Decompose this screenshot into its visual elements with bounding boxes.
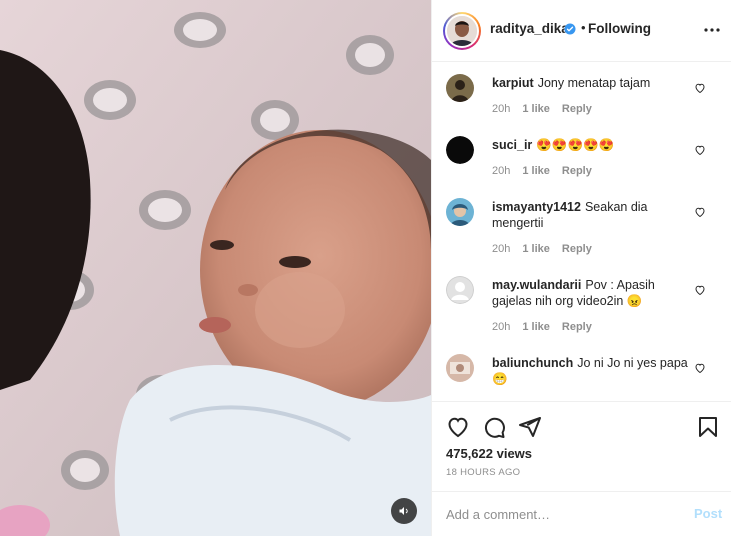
reply-button[interactable]: Reply (562, 243, 592, 255)
post-timestamp[interactable]: 18 HOURS AGO (446, 467, 520, 478)
reply-button[interactable]: Reply (562, 165, 592, 177)
more-options-icon[interactable] (700, 22, 724, 38)
commenter-avatar[interactable] (446, 354, 474, 382)
mute-button[interactable] (391, 498, 417, 524)
post-actions: 475,622 views 18 HOURS AGO (432, 401, 731, 491)
comment-likes[interactable]: 1 like (522, 243, 550, 255)
comment-like-heart-icon[interactable] (694, 362, 706, 374)
commenter-avatar[interactable] (446, 276, 474, 304)
post-header: raditya_dika • Following (432, 0, 731, 62)
post-comment-button[interactable]: Post (694, 506, 722, 521)
reply-button[interactable]: Reply (562, 103, 592, 115)
view-count[interactable]: 475,622 views (446, 446, 532, 461)
comment-username[interactable]: karpiut (492, 76, 534, 90)
commenter-avatar[interactable] (446, 74, 474, 102)
post-media[interactable] (0, 0, 431, 536)
comment-icon[interactable] (482, 415, 506, 439)
comment-time[interactable]: 20h (492, 243, 510, 255)
comment-text: may.wulandarii Pov : Apasih gajelas nih o… (492, 277, 692, 309)
comment-text: ismayanty1412 Seakan dia mengertii (492, 199, 692, 231)
comment-time[interactable]: 20h (492, 165, 510, 177)
author-avatar[interactable] (443, 12, 481, 50)
post-side-panel: raditya_dika • Following karpiut Jony men… (431, 0, 731, 536)
comment-likes[interactable]: 1 like (522, 321, 550, 333)
comment-likes[interactable]: 1 like (522, 103, 550, 115)
comment-meta: 20h 1 like Reply (492, 243, 592, 255)
comment-input[interactable] (446, 504, 676, 524)
comment-username[interactable]: may.wulandarii (492, 278, 581, 292)
comment-text: baliunchunch Jo ni Jo ni yes papa 😁 (492, 355, 692, 387)
comment-body: 😍😍😍😍😍 (536, 138, 615, 152)
comment-time[interactable]: 20h (492, 103, 510, 115)
comment-text: suci_ir 😍😍😍😍😍 (492, 137, 692, 153)
comment-username[interactable]: baliunchunch (492, 356, 573, 370)
commenter-avatar[interactable] (446, 198, 474, 226)
post-video-image[interactable] (0, 0, 431, 536)
share-icon[interactable] (518, 415, 542, 439)
comment-like-heart-icon[interactable] (694, 284, 706, 296)
header-separator: • (581, 20, 586, 35)
add-comment-bar: Post (432, 491, 731, 536)
comment-like-heart-icon[interactable] (694, 144, 706, 156)
commenter-avatar[interactable] (446, 136, 474, 164)
following-button[interactable]: Following (588, 21, 651, 36)
verified-badge-icon (564, 23, 576, 35)
comment-like-heart-icon[interactable] (694, 82, 706, 94)
heart-icon[interactable] (446, 415, 470, 439)
comment-like-heart-icon[interactable] (694, 206, 706, 218)
speaker-icon (399, 507, 408, 515)
comment-username[interactable]: suci_ir (492, 138, 532, 152)
author-username[interactable]: raditya_dika (490, 21, 569, 36)
comment-meta: 20h 1 like Reply (492, 321, 592, 333)
comment-username[interactable]: ismayanty1412 (492, 200, 581, 214)
comment-body: Jony menatap tajam (537, 76, 651, 90)
bookmark-icon[interactable] (696, 415, 720, 439)
author-avatar-image (447, 16, 477, 46)
reply-button[interactable]: Reply (562, 321, 592, 333)
comment-text: karpiut Jony menatap tajam (492, 75, 692, 91)
comment-time[interactable]: 20h (492, 321, 510, 333)
comment-likes[interactable]: 1 like (522, 165, 550, 177)
comment-meta: 20h 1 like Reply (492, 165, 592, 177)
comments-list[interactable]: karpiut Jony menatap tajam 20h 1 like Rep… (432, 63, 731, 401)
comment-meta: 20h 1 like Reply (492, 103, 592, 115)
